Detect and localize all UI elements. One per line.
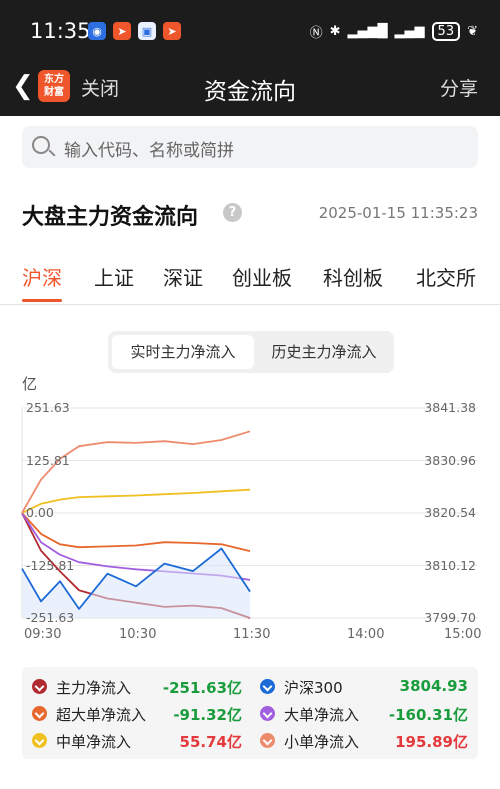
y-tick-left: -125.81 — [26, 557, 75, 573]
check-icon — [32, 733, 47, 748]
legend-value: 3804.93 — [399, 677, 468, 695]
legend-value: -251.63亿 — [162, 679, 242, 697]
y-tick-left: -251.63 — [26, 610, 75, 625]
legend-name: 沪深300 — [284, 679, 343, 697]
legend-value: 55.74亿 — [179, 733, 242, 751]
x-tick: 11:30 — [233, 627, 271, 642]
y-tick-right: 3841.38 — [424, 400, 476, 415]
y-tick-right: 3799.70 — [424, 610, 476, 625]
check-icon — [260, 679, 275, 694]
series-line — [21, 488, 251, 514]
y-tick-right: 3810.12 — [424, 557, 476, 573]
check-icon — [260, 733, 275, 748]
y-tick-right: 3820.54 — [424, 505, 476, 520]
legend-name: 超大单净流入 — [56, 706, 147, 724]
x-tick: 10:30 — [119, 627, 157, 642]
x-tick: 09:30 — [24, 627, 62, 642]
x-tick: 15:00 — [444, 627, 482, 642]
x-tick: 14:00 — [347, 627, 385, 642]
chart-legend: 主力净流入 -251.63亿 沪深300 3804.93 超大单净流入 -91.… — [22, 667, 478, 759]
y-tick-left: 0.00 — [26, 505, 54, 520]
legend-value: 195.89亿 — [395, 733, 468, 751]
check-icon — [32, 706, 47, 721]
legend-value: -160.31亿 — [388, 706, 468, 724]
y-tick-left: 125.81 — [26, 452, 70, 468]
legend-name: 大单净流入 — [284, 706, 360, 724]
legend-name: 主力净流入 — [56, 679, 132, 697]
check-icon — [260, 706, 275, 721]
legend-name: 中单净流入 — [56, 733, 132, 751]
series-line — [21, 512, 251, 552]
legend-name: 小单净流入 — [284, 733, 360, 751]
y-tick-right: 3830.96 — [424, 452, 476, 468]
y-tick-left: 251.63 — [26, 400, 70, 415]
legend-value: -91.32亿 — [173, 706, 242, 724]
check-icon — [32, 679, 47, 694]
